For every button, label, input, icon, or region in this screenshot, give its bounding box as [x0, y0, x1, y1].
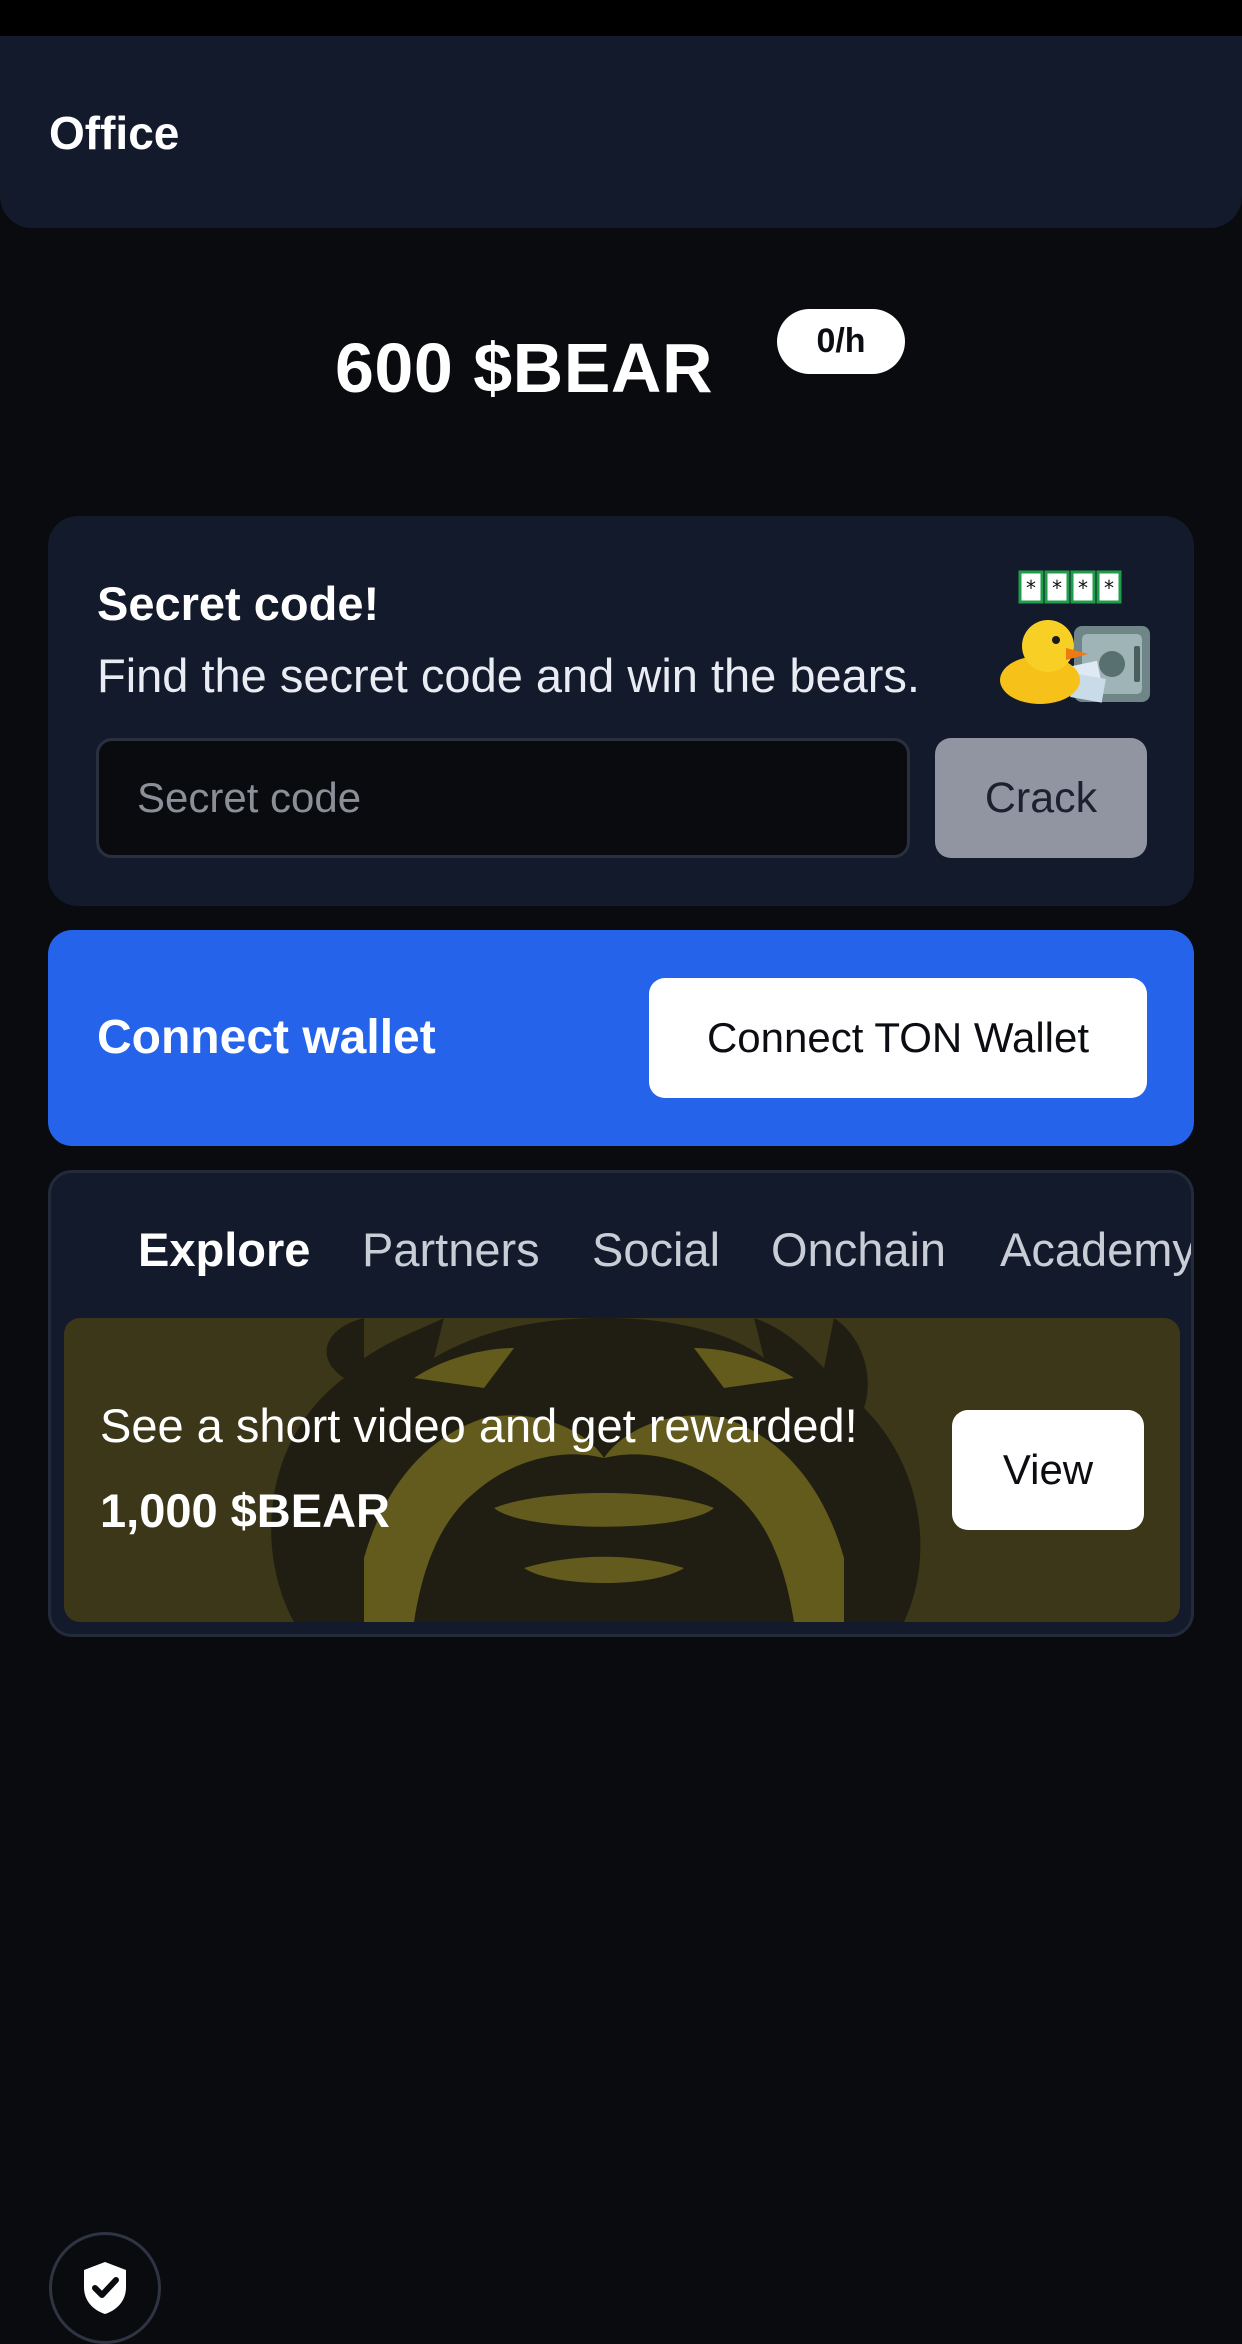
svg-text:*: *	[1052, 576, 1062, 600]
task-tabs: Explore Partners Social Onchain Academy	[51, 1173, 1191, 1318]
balance-amount: 600 $BEAR	[335, 329, 714, 407]
tasks-card: Explore Partners Social Onchain Academy …	[48, 1170, 1194, 1637]
page-title: Office	[49, 107, 180, 159]
tab-academy[interactable]: Academy	[1000, 1222, 1191, 1277]
connect-wallet-card: Connect wallet Connect TON Wallet	[48, 930, 1194, 1146]
svg-text:*: *	[1104, 576, 1114, 600]
tab-explore[interactable]: Explore	[138, 1222, 310, 1277]
svg-text:*: *	[1078, 576, 1088, 600]
duck-safe-icon: * * * *	[1000, 570, 1150, 704]
connect-wallet-title: Connect wallet	[97, 1011, 436, 1064]
page-header: Office	[0, 36, 1242, 228]
security-button[interactable]	[49, 2232, 161, 2344]
tab-social[interactable]: Social	[592, 1222, 720, 1277]
secret-code-description: Find the secret code and win the bears.	[97, 649, 920, 702]
svg-text:*: *	[1026, 576, 1036, 600]
connect-ton-wallet-button[interactable]: Connect TON Wallet	[649, 978, 1147, 1098]
status-bar	[0, 0, 1242, 36]
tab-partners[interactable]: Partners	[362, 1222, 540, 1277]
view-button[interactable]: View	[952, 1410, 1144, 1530]
task-reward: 1,000 $BEAR	[100, 1484, 390, 1537]
secret-code-title: Secret code!	[97, 577, 380, 630]
rate-badge: 0/h	[777, 309, 905, 374]
task-item: See a short video and get rewarded! 1,00…	[64, 1318, 1180, 1622]
crack-button[interactable]: Crack	[935, 738, 1147, 858]
task-description: See a short video and get rewarded!	[100, 1399, 858, 1452]
tab-onchain[interactable]: Onchain	[771, 1222, 946, 1277]
secret-code-card: Secret code! Find the secret code and wi…	[48, 516, 1194, 906]
shield-check-icon	[84, 2262, 126, 2314]
secret-code-input[interactable]	[96, 738, 910, 858]
